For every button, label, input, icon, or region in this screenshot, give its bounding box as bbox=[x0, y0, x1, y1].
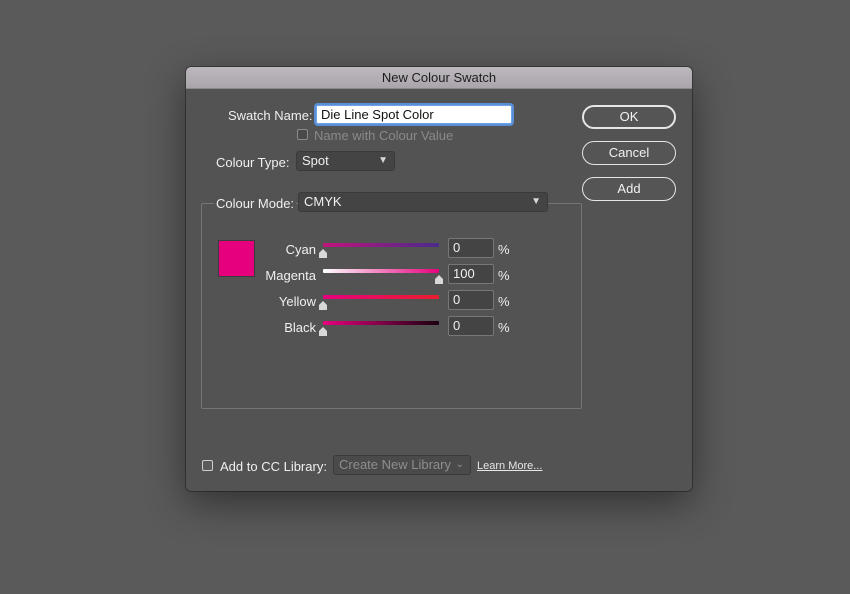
cancel-button[interactable]: Cancel bbox=[582, 141, 676, 165]
cyan-percent: % bbox=[498, 242, 510, 257]
chevron-down-icon: ⌄ bbox=[455, 459, 464, 470]
colour-mode-value: CMYK bbox=[304, 194, 342, 209]
swatch-name-label: Swatch Name: bbox=[228, 108, 313, 123]
swatch-name-input[interactable] bbox=[316, 105, 512, 124]
black-percent: % bbox=[498, 320, 510, 335]
colour-mode-label: Colour Mode: bbox=[214, 196, 297, 211]
dialog-title: New Colour Swatch bbox=[186, 67, 692, 89]
magenta-label: Magenta bbox=[265, 268, 316, 283]
cyan-value-field[interactable]: 0 bbox=[448, 238, 494, 258]
cyan-label: Cyan bbox=[285, 242, 316, 257]
magenta-value-field[interactable]: 100 bbox=[448, 264, 494, 284]
yellow-value-field[interactable]: 0 bbox=[448, 290, 494, 310]
learn-more-link[interactable]: Learn More... bbox=[477, 460, 542, 472]
magenta-percent: % bbox=[498, 268, 510, 283]
magenta-slider-track[interactable] bbox=[323, 269, 439, 273]
new-colour-swatch-dialog: New Colour Swatch Swatch Name: Name with… bbox=[186, 67, 692, 491]
black-label: Black bbox=[284, 320, 316, 335]
ok-button[interactable]: OK bbox=[582, 105, 676, 129]
black-value-field[interactable]: 0 bbox=[448, 316, 494, 336]
yellow-slider-track[interactable] bbox=[323, 295, 439, 299]
chevron-down-icon: ▼ bbox=[378, 155, 388, 166]
black-slider-track[interactable] bbox=[323, 321, 439, 325]
cyan-slider-track[interactable] bbox=[323, 243, 439, 247]
colour-preview-swatch bbox=[218, 240, 255, 277]
colour-mode-select[interactable]: CMYK ▼ bbox=[298, 192, 548, 212]
yellow-percent: % bbox=[498, 294, 510, 309]
colour-type-value: Spot bbox=[302, 153, 329, 168]
name-with-colour-value-label: Name with Colour Value bbox=[314, 128, 454, 143]
yellow-label: Yellow bbox=[278, 294, 316, 309]
cc-library-value: Create New Library bbox=[339, 457, 451, 472]
cc-library-select[interactable]: Create New Library ⌄ bbox=[333, 455, 471, 475]
colour-type-label: Colour Type: bbox=[216, 155, 290, 170]
add-to-cc-library-label: Add to CC Library: bbox=[220, 459, 327, 474]
add-to-cc-library-checkbox[interactable] bbox=[202, 460, 213, 471]
add-button[interactable]: Add bbox=[582, 177, 676, 201]
colour-type-select[interactable]: Spot ▼ bbox=[296, 151, 395, 171]
name-with-colour-value-checkbox[interactable] bbox=[297, 129, 308, 140]
chevron-down-icon: ▼ bbox=[531, 196, 541, 207]
